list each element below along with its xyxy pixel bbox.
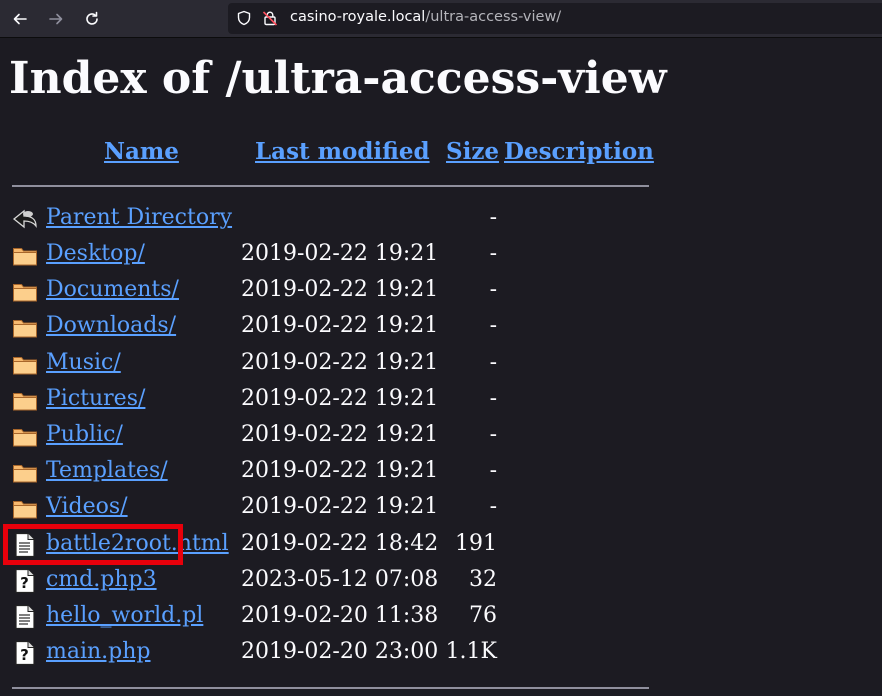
svg-text:?: ?: [20, 646, 29, 664]
sort-by-name-link[interactable]: Name: [104, 138, 179, 165]
arrow-right-icon: [49, 13, 63, 25]
forward-button[interactable]: [42, 5, 70, 33]
file-row: Desktop/2019-02-22 19:21 -: [0, 238, 882, 272]
back-arrow-icon: [12, 209, 37, 229]
file-link[interactable]: Downloads/: [46, 313, 176, 338]
file-row: Videos/2019-02-22 19:21 -: [0, 491, 882, 525]
address-bar[interactable]: casino-royale.local/ultra-access-view/: [228, 3, 882, 34]
last-modified-cell: 2019-02-22 19:21: [241, 458, 439, 484]
last-modified-cell: 2019-02-22 19:21: [241, 494, 439, 520]
file-row: Downloads/2019-02-22 19:21 -: [0, 310, 882, 344]
svg-text:?: ?: [20, 574, 29, 592]
size-cell: -: [489, 241, 497, 266]
arrow-left-icon: [13, 13, 27, 25]
page-content: Index of /ultra-access-view Name Last mo…: [0, 39, 882, 696]
header-divider: [12, 185, 649, 187]
file-link[interactable]: hello_world.pl: [46, 603, 203, 628]
file-link[interactable]: main.php: [46, 639, 151, 664]
file-link[interactable]: cmd.php3: [46, 567, 157, 592]
folder-icon: [12, 387, 38, 413]
folder-icon: [12, 314, 38, 340]
last-modified-cell: 2019-02-22 19:21: [241, 349, 439, 375]
sort-by-last-modified-link[interactable]: Last modified: [255, 138, 430, 165]
size-cell: 1.1K: [445, 639, 497, 665]
reload-button[interactable]: [78, 5, 106, 33]
column-header-name[interactable]: Name: [104, 138, 179, 168]
last-modified-cell: 2019-02-22 19:21: [241, 241, 439, 266]
folder-icon: [12, 459, 38, 485]
file-link[interactable]: Desktop/: [46, 241, 145, 266]
unknown-file-icon: ?: [12, 568, 38, 594]
folder-icon: [12, 242, 38, 268]
size-cell: 32: [469, 566, 497, 592]
file-row: ? cmd.php3 2023-05-12 07:08 32: [0, 564, 882, 598]
size-cell: -: [489, 277, 497, 303]
page-title: Index of /ultra-access-view: [9, 53, 667, 104]
last-modified-cell: 2019-02-20 11:38: [241, 603, 439, 628]
highlight-box: [3, 524, 183, 565]
last-modified-cell: 2023-05-12 07:08: [241, 566, 439, 592]
folder-icon: [12, 278, 38, 304]
back-button[interactable]: [6, 5, 34, 33]
file-row: Documents/2019-02-22 19:21 -: [0, 274, 882, 308]
size-cell: -: [489, 385, 497, 411]
url-path: /ultra-access-view/: [425, 9, 562, 25]
size-cell: -: [489, 458, 497, 484]
last-modified-cell: 2019-02-22 19:21: [241, 277, 439, 303]
file-row: Pictures/2019-02-22 19:21 -: [0, 383, 882, 417]
size-cell: -: [489, 422, 497, 447]
parent-directory-row: Parent Directory -: [0, 202, 882, 236]
insecure-lock-icon[interactable]: [262, 10, 278, 26]
file-link[interactable]: Music/: [46, 350, 121, 375]
folder-icon: [12, 351, 38, 377]
last-modified-cell: 2019-02-20 23:00: [241, 639, 439, 665]
file-row: ? main.php 2019-02-20 23:00 1.1K: [0, 636, 882, 670]
file-link[interactable]: Public/: [46, 422, 123, 447]
file-link[interactable]: Templates/: [46, 458, 168, 483]
column-header-last-modified[interactable]: Last modified: [255, 138, 430, 168]
column-header-description[interactable]: Description: [504, 138, 654, 168]
last-modified-cell: 2019-02-22 19:21: [241, 422, 439, 447]
sort-by-description-link[interactable]: Description: [504, 138, 654, 165]
column-header-size[interactable]: Size: [446, 138, 499, 168]
folder-icon: [12, 495, 38, 521]
sort-by-size-link[interactable]: Size: [446, 138, 499, 165]
file-link[interactable]: Documents/: [46, 277, 179, 302]
url-text: casino-royale.local/ultra-access-view/: [290, 9, 561, 25]
reload-icon: [86, 11, 98, 25]
shield-icon: [237, 10, 251, 26]
size-cell: -: [489, 349, 497, 375]
last-modified-cell: 2019-02-22 19:21: [241, 385, 439, 411]
size-cell: -: [489, 313, 497, 339]
file-row: Templates/2019-02-22 19:21 -: [0, 455, 882, 489]
folder-icon: [12, 423, 38, 449]
parent-directory-link[interactable]: Parent Directory: [46, 205, 232, 230]
footer-divider: [12, 687, 649, 689]
file-row: Public/2019-02-22 19:21 -: [0, 419, 882, 453]
file-link[interactable]: Videos/: [46, 494, 128, 519]
last-modified-cell: 2019-02-22 18:42: [241, 530, 439, 556]
size-cell: 191: [455, 530, 497, 556]
size-cell: 76: [469, 603, 497, 628]
browser-toolbar: casino-royale.local/ultra-access-view/: [0, 0, 882, 38]
last-modified-cell: 2019-02-22 19:21: [241, 313, 439, 339]
file-row: Music/2019-02-22 19:21 -: [0, 347, 882, 381]
size-cell: -: [489, 205, 497, 230]
size-cell: -: [489, 494, 497, 520]
text-file-icon: [12, 604, 38, 630]
file-link[interactable]: Pictures/: [46, 386, 145, 411]
url-host: casino-royale.local: [290, 9, 426, 25]
unknown-file-icon: ?: [12, 640, 38, 666]
file-row: hello_world.pl 2019-02-20 11:38 76: [0, 600, 882, 634]
